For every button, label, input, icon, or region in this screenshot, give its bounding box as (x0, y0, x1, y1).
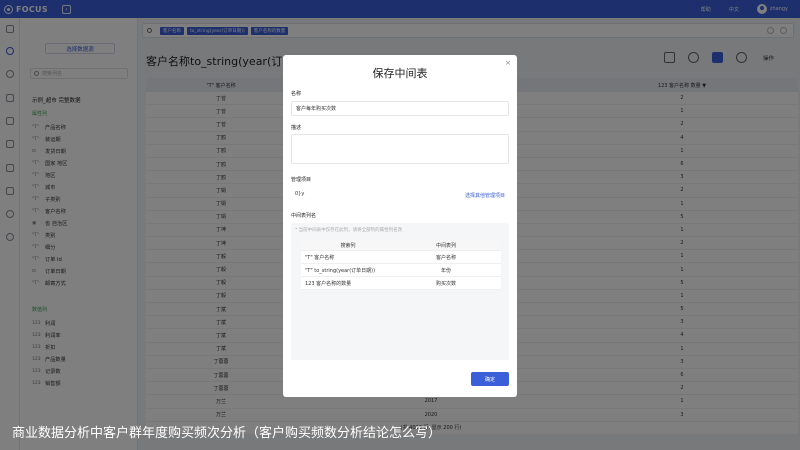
mapping-hint: * 当前中间表中仅存在此列，请将全部列的属性列名改 (295, 228, 403, 233)
mapping-header-target: 中间表列 (435, 243, 456, 249)
save-intermediate-table-dialog: 保存中间表 × 名称 客户每年购买次数 描述 管理项目 0}y 选择其他管理项目… (283, 55, 517, 397)
mapping-row: "T" 客户名称 客户名称 (301, 251, 501, 264)
description-textarea[interactable] (291, 134, 509, 164)
name-label: 名称 (291, 91, 302, 97)
mapping-row: "T" to_string(year(订单日期)) 年份 (301, 264, 501, 277)
article-caption: 商业数据分析中客户群年度购买频次分析（客户购买频数分析结论怎么写） (12, 425, 442, 441)
dialog-title: 保存中间表 (372, 67, 428, 80)
project-label: 管理项目 (291, 177, 312, 183)
description-label: 描述 (291, 125, 302, 131)
confirm-button[interactable]: 确定 (471, 372, 509, 386)
mapping-target-input[interactable]: 年份 (391, 267, 501, 274)
mapping-target-input[interactable]: 客户名称 (391, 254, 501, 261)
name-input[interactable]: 客户每年购买次数 (291, 101, 509, 116)
close-icon[interactable]: × (505, 59, 511, 67)
column-mapping-table: 搜索列 中间表列 "T" 客户名称 客户名称 "T" to_string(yea… (301, 241, 501, 290)
column-mapping-box: * 当前中间表中仅存在此列，请将全部列的属性列名改 搜索列 中间表列 "T" 客… (291, 223, 509, 360)
choose-project-link[interactable]: 选择其他管理项目 (465, 192, 505, 199)
mapping-header: 搜索列 中间表列 (301, 241, 501, 251)
mapping-source: "T" to_string(year(订单日期)) (305, 267, 376, 274)
mapping-target-input[interactable]: 购买次数 (391, 280, 501, 287)
mapping-header-source: 搜索列 (340, 243, 356, 249)
column-names-label: 中间表列名 (291, 213, 317, 219)
mapping-row: 123 客户名称的数量 购买次数 (301, 277, 501, 290)
mapping-source: 123 客户名称的数量 (305, 280, 352, 287)
mapping-source: "T" 客户名称 (305, 254, 335, 261)
